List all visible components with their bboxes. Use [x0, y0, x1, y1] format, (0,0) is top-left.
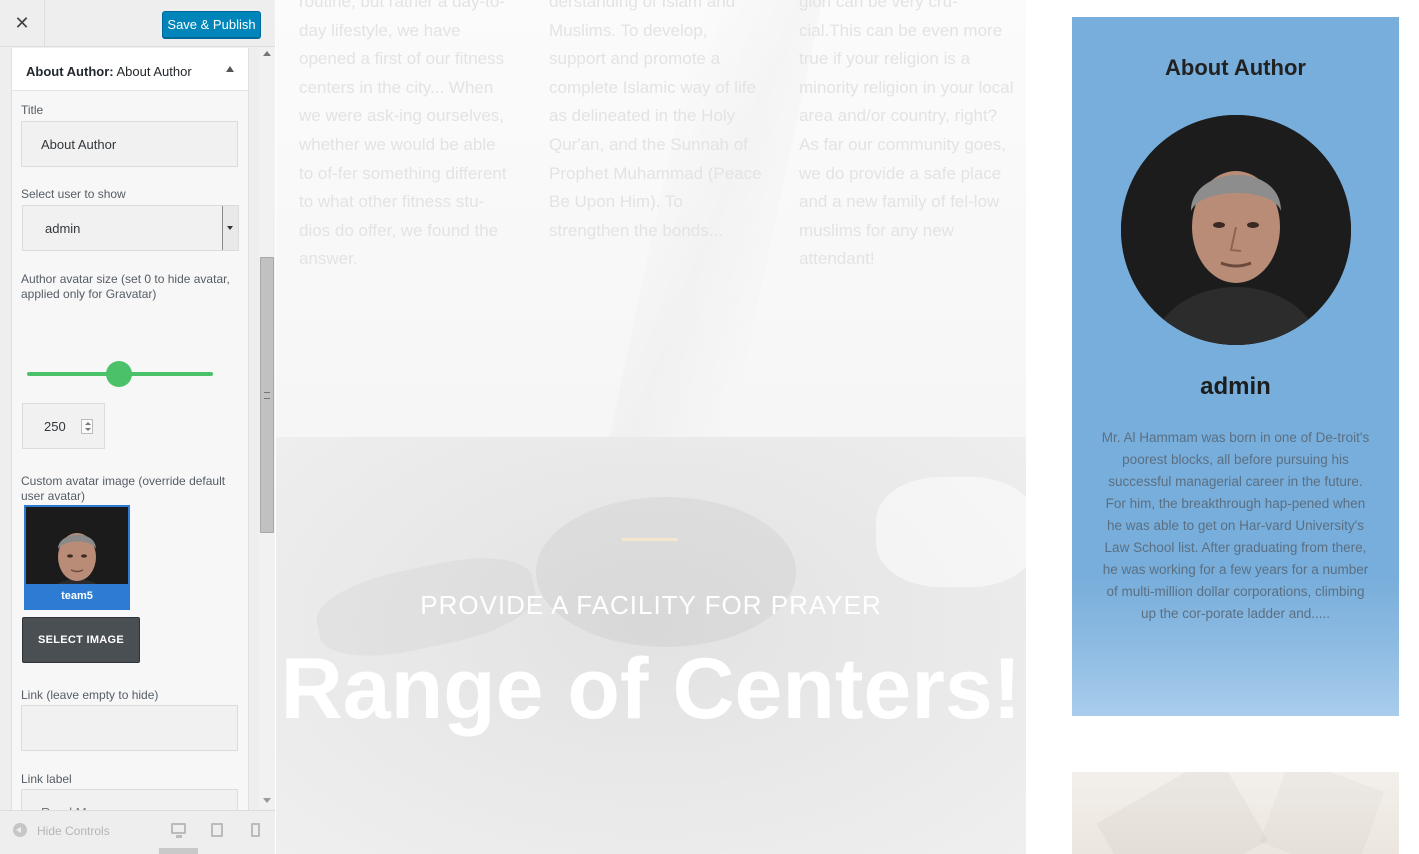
widget-type-label: About Author: [26, 64, 114, 79]
scrollbar-thumb[interactable] [260, 257, 274, 533]
close-icon[interactable]: ✕ [0, 0, 45, 47]
author-portrait [1121, 115, 1351, 345]
avatar-size-label: Author avatar size (set 0 to hide avatar… [21, 272, 230, 301]
avatar-size-input[interactable]: 250 [22, 403, 105, 449]
hero-title: Range of Centers! [280, 641, 1022, 737]
title-label: Title [21, 103, 44, 117]
sidebar-scrollbar[interactable] [259, 47, 275, 809]
text-column-1: routine, but rather a day-to-day lifesty… [299, 0, 507, 269]
author-widget-title: About Author [1165, 55, 1306, 80]
customizer-sidebar: ✕ Save & Publish About Author: About Aut… [0, 0, 275, 854]
widget-instance-label: About Author [116, 64, 192, 79]
link-input[interactable] [21, 705, 238, 751]
chevron-down-icon[interactable] [222, 206, 238, 250]
select-user-value: admin [45, 221, 81, 236]
scroll-up-icon[interactable] [263, 51, 271, 56]
author-bio: Mr. Al Hammam was born in one of De-troi… [1101, 430, 1370, 621]
avatar-size-value: 250 [44, 419, 66, 434]
text-column-2: derstanding of Islam and Muslims. To dev… [549, 0, 762, 240]
about-author-widget: About Author admin Mr. Al Hammam was bor… [1072, 17, 1399, 716]
select-image-button[interactable]: SELECT IMAGE [22, 617, 140, 663]
link-text-label: Link label [21, 772, 72, 786]
grip-icon [264, 392, 270, 399]
author-avatar[interactable] [1121, 115, 1351, 345]
hero-divider [622, 538, 678, 541]
hide-controls-button[interactable]: Hide Controls [37, 824, 110, 838]
title-input[interactable]: About Author [21, 121, 238, 167]
scroll-down-icon[interactable] [263, 798, 271, 803]
mobile-icon[interactable] [251, 823, 260, 837]
save-publish-button[interactable]: Save & Publish [162, 11, 261, 38]
chevron-up-icon[interactable] [226, 66, 234, 72]
active-device-indicator [159, 848, 198, 854]
widget-panel: About Author: About Author Title About A… [11, 48, 249, 810]
widget-header[interactable]: About Author: About Author [12, 48, 248, 91]
sidebar-header: ✕ Save & Publish [0, 0, 275, 47]
customizer-screen: ✕ Save & Publish About Author: About Aut… [0, 0, 1419, 854]
link-text-input[interactable]: Read More [21, 789, 238, 810]
widget-form: Title About Author Select user to show a… [12, 91, 248, 810]
desktop-icon[interactable] [171, 823, 186, 838]
hero-bg-shape [876, 477, 1026, 587]
custom-avatar-thumbnail[interactable]: team5 [24, 505, 130, 610]
tablet-icon[interactable] [211, 823, 223, 837]
hero-bg-shape [536, 497, 796, 647]
select-user-dropdown[interactable]: admin [22, 205, 239, 251]
site-preview: routine, but rather a day-to-day lifesty… [276, 0, 1419, 854]
text-columns-section: routine, but rather a day-to-day lifesty… [276, 0, 1026, 437]
avatar-size-slider-handle[interactable] [106, 361, 132, 387]
close-glyph: ✕ [14, 13, 30, 33]
text-column-3: gion can be very cru-cial.This can be ev… [799, 0, 1014, 269]
custom-avatar-label: Custom avatar image (override default us… [21, 474, 226, 503]
arrow-left-circle-icon[interactable] [13, 823, 27, 837]
next-widget-image [1072, 772, 1399, 854]
author-name: admin [1200, 373, 1271, 400]
hero-subtitle: PROVIDE A FACILITY FOR PRAYER [420, 590, 882, 620]
hero-banner: PROVIDE A FACILITY FOR PRAYER Range of C… [276, 437, 1026, 854]
number-spinner-icon[interactable] [81, 419, 93, 434]
link-label: Link (leave empty to hide) [21, 688, 159, 702]
avatar-caption: team5 [26, 584, 128, 608]
select-user-label: Select user to show [21, 187, 126, 201]
